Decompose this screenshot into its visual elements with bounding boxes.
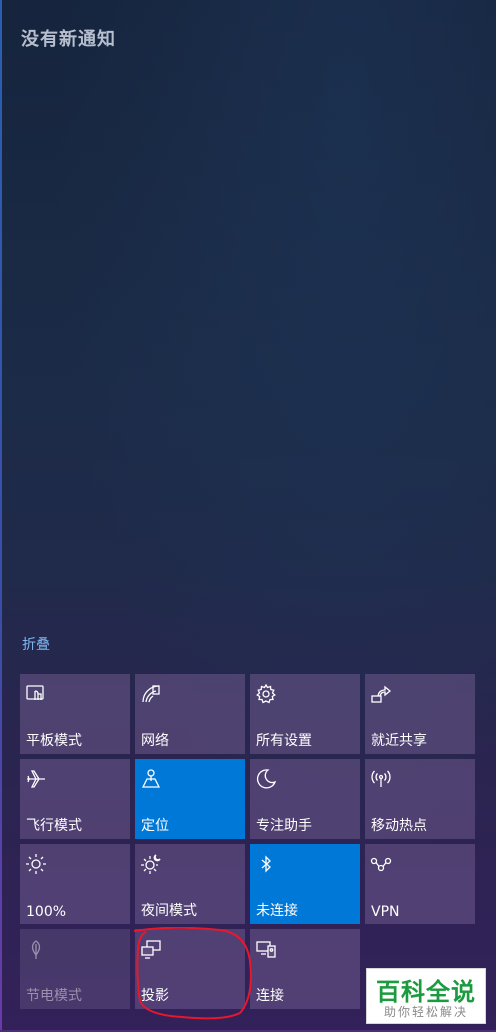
watermark-sub-text: 助你轻松解决 (383, 1005, 468, 1019)
brightness-label: 100% (26, 904, 67, 920)
bluetooth-icon (255, 853, 277, 875)
settings-gear-icon (255, 683, 277, 705)
night-light-label: 夜间模式 (141, 903, 197, 919)
panel-left-border (0, 0, 2, 1032)
nearby-share-label: 就近共享 (371, 733, 427, 749)
night-light-tile[interactable]: 夜间模式 (135, 844, 245, 924)
network-icon (140, 683, 162, 705)
battery-saver-icon (25, 938, 47, 960)
battery-saver-label: 节电模式 (26, 988, 82, 1004)
nearby-share-icon (370, 683, 392, 705)
connect-icon (255, 938, 277, 960)
network-label: 网络 (141, 733, 169, 749)
mobile-hotspot-label: 移动热点 (371, 818, 427, 834)
location-tile[interactable]: 定位 (135, 759, 245, 839)
location-icon (140, 768, 162, 790)
vpn-label: VPN (371, 904, 400, 920)
location-label: 定位 (141, 818, 169, 834)
brightness-icon (25, 853, 47, 875)
vpn-icon (370, 853, 392, 875)
tablet-mode-tile[interactable]: 平板模式 (20, 674, 130, 754)
battery-saver-tile: 节电模式 (20, 929, 130, 1009)
watermark-logo: 百科全说 助你轻松解决 (366, 968, 486, 1024)
mobile-hotspot-tile[interactable]: 移动热点 (365, 759, 475, 839)
night-light-icon (140, 853, 162, 875)
connect-label: 连接 (256, 988, 284, 1004)
nearby-share-tile[interactable]: 就近共享 (365, 674, 475, 754)
vpn-tile[interactable]: VPN (365, 844, 475, 924)
collapse-link[interactable]: 折叠 (22, 634, 50, 654)
project-label: 投影 (141, 988, 169, 1004)
tablet-mode-label: 平板模式 (26, 733, 82, 749)
focus-assist-tile[interactable]: 专注助手 (250, 759, 360, 839)
project-icon (140, 938, 162, 960)
project-tile[interactable]: 投影 (135, 929, 245, 1009)
bluetooth-tile[interactable]: 未连接 (250, 844, 360, 924)
airplane-mode-tile[interactable]: 飞行模式 (20, 759, 130, 839)
moon-icon (255, 768, 277, 790)
network-tile[interactable]: 网络 (135, 674, 245, 754)
tablet-mode-icon (25, 683, 47, 705)
all-settings-label: 所有设置 (256, 733, 312, 749)
airplane-icon (25, 768, 47, 790)
quick-actions-grid: 平板模式 网络 所有设置 就近共享 飞行模式 定位 专注助手 移动热点 100%… (20, 674, 477, 1012)
connect-tile[interactable]: 连接 (250, 929, 360, 1009)
bluetooth-label: 未连接 (256, 903, 298, 919)
notifications-status-title: 没有新通知 (21, 29, 116, 50)
hotspot-icon (370, 768, 392, 790)
focus-assist-label: 专注助手 (256, 818, 312, 834)
watermark-main-text: 百科全说 (376, 978, 476, 1006)
brightness-tile[interactable]: 100% (20, 844, 130, 924)
airplane-mode-label: 飞行模式 (26, 818, 82, 834)
all-settings-tile[interactable]: 所有设置 (250, 674, 360, 754)
